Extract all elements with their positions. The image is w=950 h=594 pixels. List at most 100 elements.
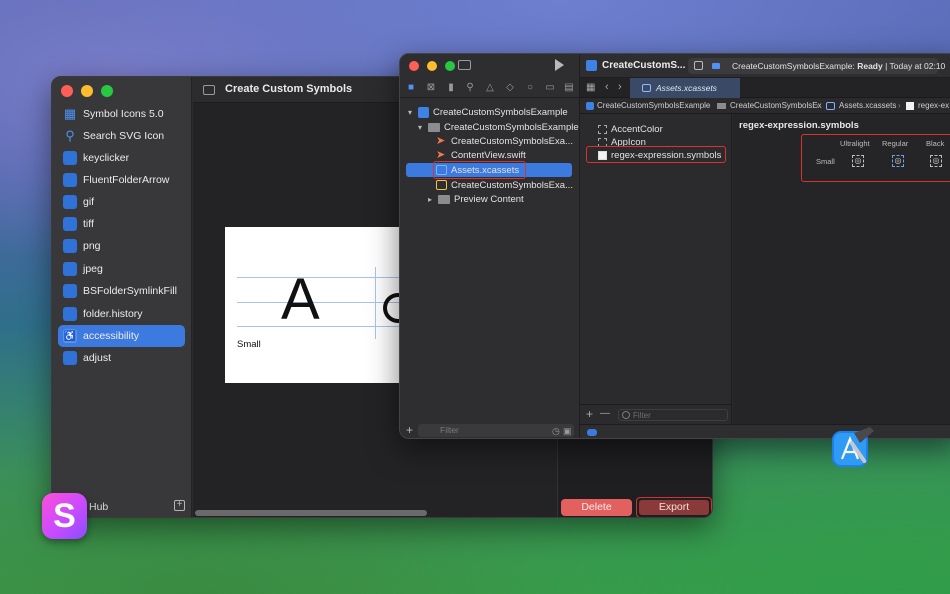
accessibility-icon: ♿ [63, 329, 77, 343]
tree-row-app-file[interactable]: ➤ CreateCustomSymbolsExa... [436, 134, 573, 148]
filter-options-icon[interactable]: ▣ [563, 426, 572, 437]
test-icon[interactable]: ◇ [505, 83, 515, 93]
navigator-toggle-icon[interactable] [458, 60, 471, 70]
sidebar-item-jpeg[interactable]: jpeg [58, 258, 185, 280]
breakpoint-icon[interactable]: ▭ [545, 83, 555, 93]
filter-icon [622, 411, 630, 419]
tab-assets[interactable]: Assets.xcassets [630, 78, 740, 98]
sidebar-item-bsfoldersymlinkfill[interactable]: BSFolderSymlinkFill [58, 280, 185, 302]
sidebar-footer-label: Hub [89, 501, 109, 513]
breadcrumb-item[interactable]: CreateCustomSymbolsEx [730, 98, 822, 114]
folder-navigator-icon[interactable]: ■ [406, 83, 416, 93]
zoom-window-button[interactable] [101, 85, 113, 97]
folder-icon [63, 284, 77, 298]
status-state: Ready [857, 61, 883, 71]
disclosure-closed-icon[interactable]: ▸ [426, 195, 434, 204]
activity-status: CreateCustomSymbolsExample: Ready | Toda… [688, 58, 945, 74]
issue-icon[interactable]: △ [485, 83, 495, 93]
add-asset-button[interactable]: + [586, 407, 593, 421]
grid-icon[interactable]: ▦ [586, 82, 595, 93]
sidebar-item-symbol-icons[interactable]: ▦ Symbol Icons 5.0 [58, 103, 185, 125]
sidebar-item-adjust[interactable]: adjust [58, 347, 185, 369]
recent-files-icon[interactable]: ◷ [552, 426, 560, 437]
bookmark-icon[interactable]: ▮ [446, 83, 456, 93]
breadcrumb-item[interactable]: CreateCustomSymbolsExample [597, 98, 710, 114]
breadcrumb-item[interactable]: Assets.xcassets [839, 98, 896, 114]
sidebar-item-label: adjust [83, 352, 112, 364]
run-icon[interactable] [555, 59, 564, 71]
folder-icon [63, 195, 77, 209]
symbol-highlight-outline [586, 146, 726, 163]
tree-row-preview-content[interactable]: ▸ Preview Content [426, 192, 524, 206]
sidebar: ▦ Symbol Icons 5.0 ⚲ Search SVG Icon key… [52, 77, 192, 517]
weight-header: Regular [882, 139, 909, 148]
tree-row-project[interactable]: ▾ CreateCustomSymbolsExample [406, 105, 568, 119]
sidebar-item-accessibility[interactable]: ♿ accessibility [58, 325, 185, 347]
debug-icon[interactable]: ○ [525, 83, 535, 93]
find-icon[interactable]: ⚲ [465, 83, 475, 93]
sidebar-item-label: accessibility [83, 330, 140, 342]
disclosure-open-icon[interactable]: ▾ [416, 123, 424, 132]
xcode-app-icon[interactable] [830, 423, 876, 471]
tree-row-label: CreateCustomSymbolsExa... [451, 179, 573, 191]
xcode-window: ■ ⊠ ▮ ⚲ △ ◇ ○ ▭ ▤ ▾ CreateCustomSymbolsE… [399, 53, 950, 439]
tree-row-preview-file[interactable]: CreateCustomSymbolsExa... [436, 178, 573, 192]
symbols-app-icon[interactable]: S [42, 493, 87, 539]
report-icon[interactable]: ▤ [564, 83, 574, 93]
project-icon [586, 102, 594, 110]
sidebar-item-search-svg[interactable]: ⚲ Search SVG Icon [58, 125, 185, 147]
weight-variants-table: Ultralight Regular Black Small ◎ ◎ ◎ [801, 134, 950, 182]
asset-catalog-icon [826, 102, 835, 110]
back-icon[interactable]: ‹ [605, 81, 609, 93]
sidebar-item-png[interactable]: png [58, 235, 185, 257]
preview-file-icon [436, 180, 447, 190]
delete-button[interactable]: Delete [561, 499, 632, 516]
close-window-button[interactable] [409, 61, 419, 71]
scheme-title[interactable]: CreateCustomS... [602, 60, 685, 71]
remove-asset-button[interactable]: — [600, 408, 610, 419]
minimize-window-button[interactable] [81, 85, 93, 97]
zoom-window-button[interactable] [445, 61, 455, 71]
asset-catalog-icon [642, 84, 651, 92]
tree-row-label: ContentView.swift [451, 149, 526, 161]
forward-icon[interactable]: › [618, 81, 622, 93]
disclosure-open-icon[interactable]: ▾ [406, 108, 414, 117]
window-controls [409, 61, 455, 71]
search-icon: ⚲ [65, 128, 75, 143]
breadcrumb-item[interactable]: regex-ex [918, 98, 949, 114]
navigator-filter-input[interactable]: Filter [418, 424, 574, 437]
add-file-icon[interactable]: + [406, 423, 413, 437]
asset-item-accentcolor[interactable]: AccentColor [598, 123, 663, 135]
add-folder-icon[interactable]: + [174, 500, 185, 511]
swift-file-icon: ➤ [436, 134, 446, 147]
sidebar-item-tiff[interactable]: tiff [58, 213, 185, 235]
project-icon [418, 106, 429, 118]
tree-row-group[interactable]: ▾ CreateCustomSymbolsExample [416, 120, 579, 134]
horizontal-scrollbar[interactable] [195, 510, 427, 516]
minimize-window-button[interactable] [427, 61, 437, 71]
tree-row-label: CreateCustomSymbolsExa... [451, 135, 573, 147]
regular-slot[interactable]: ◎ [892, 155, 904, 167]
sidebar-item-keyclicker[interactable]: keyclicker [58, 147, 185, 169]
status-bar [580, 424, 950, 438]
sidebar-item-label: Search SVG Icon [83, 130, 165, 142]
sidebar-item-label: png [83, 240, 101, 252]
size-label: Small [237, 339, 261, 350]
asset-list: AccentColor AppIcon regex-expression.sym… [580, 114, 732, 424]
export-button[interactable]: Export [636, 497, 712, 517]
sidebar-toggle-icon[interactable] [203, 85, 215, 95]
sidebar-item-fluentfolderarrow[interactable]: FluentFolderArrow [58, 169, 185, 191]
status-project: CreateCustomSymbolsExample: [732, 61, 855, 71]
sidebar-item-folder-history[interactable]: folder.history [58, 303, 185, 325]
color-asset-icon [598, 124, 607, 134]
close-window-button[interactable] [61, 85, 73, 97]
sidebar-item-gif[interactable]: gif [58, 191, 185, 213]
asset-filter-input[interactable]: Filter [618, 409, 728, 421]
symbol-icon [906, 102, 914, 110]
folder-icon [63, 239, 77, 253]
black-slot[interactable]: ◎ [930, 155, 942, 167]
tree-row-contentview[interactable]: ➤ ContentView.swift [436, 148, 526, 162]
console-toggle-icon[interactable] [587, 429, 597, 436]
source-control-icon[interactable]: ⊠ [426, 83, 436, 93]
ultralight-slot[interactable]: ◎ [852, 155, 864, 167]
